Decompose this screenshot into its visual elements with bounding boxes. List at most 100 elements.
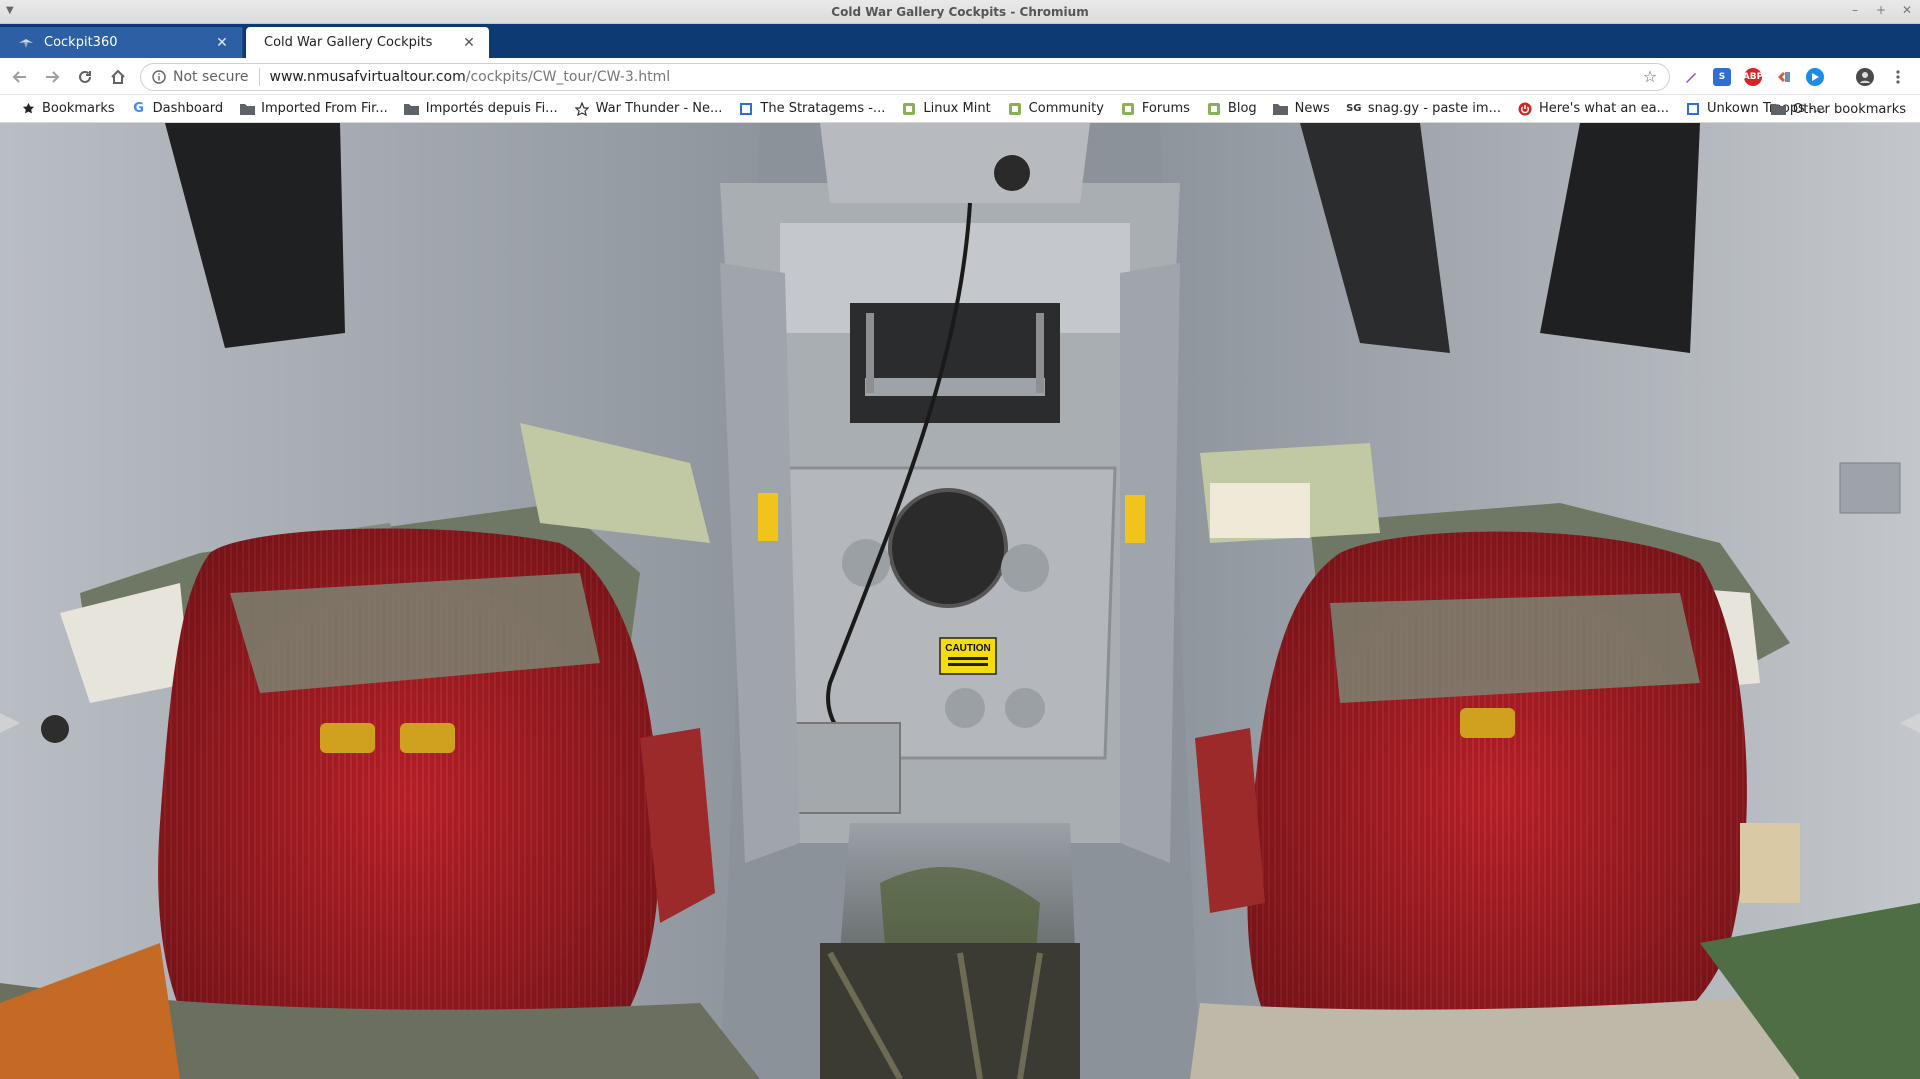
home-icon: [111, 69, 125, 84]
maximize-icon[interactable]: +: [1874, 3, 1888, 17]
folder-icon: [239, 101, 255, 117]
bookmark-star-icon[interactable]: ☆: [1641, 68, 1659, 86]
snaggy-icon: SG: [1346, 103, 1362, 114]
left-harness-buckle-2: [400, 723, 455, 753]
power-icon: [1517, 101, 1533, 117]
url-path: /cockpits/CW_tour/CW-3.html: [465, 69, 671, 85]
omnibox-divider: [258, 68, 260, 86]
bookmark-folder-news[interactable]: News: [1265, 97, 1338, 121]
bookmark-forums[interactable]: Forums: [1112, 97, 1198, 121]
bookmark-dashboard[interactable]: G Dashboard: [123, 97, 232, 121]
page-viewport[interactable]: CAUTION: [0, 123, 1920, 1079]
bookmark-label: Importés depuis Fi...: [425, 101, 558, 116]
left-harness-buckle: [320, 723, 375, 753]
bookmark-label: News: [1294, 101, 1330, 116]
back-button[interactable]: [8, 65, 32, 89]
bookmark-label: The Stratagems -...: [760, 101, 886, 116]
adblock-plus-icon[interactable]: ABP: [1743, 68, 1763, 86]
bookmark-snaggy[interactable]: SG snag.gy - paste im...: [1338, 97, 1509, 121]
bookmark-label: Here's what an ea...: [1538, 101, 1670, 116]
bookmark-label: Dashboard: [152, 101, 224, 116]
gauge-hole-right: [1001, 544, 1049, 592]
folder-icon: [1273, 101, 1289, 117]
right-tag: [1740, 823, 1800, 903]
bookmark-blog[interactable]: Blog: [1198, 97, 1265, 121]
browser-menu-button[interactable]: [1888, 65, 1908, 89]
bookmark-label: Imported From Fir...: [261, 101, 388, 116]
caution-text: CAUTION: [945, 643, 991, 654]
tab-label: Cockpit360: [44, 35, 118, 50]
bookmark-stratagems[interactable]: The Stratagems -...: [730, 97, 893, 121]
close-window-icon[interactable]: ✕: [1900, 3, 1914, 17]
close-tab-icon[interactable]: ✕: [461, 35, 477, 51]
bookmark-label: Blog: [1227, 101, 1257, 116]
tab-label: Cold War Gallery Cockpits: [264, 35, 433, 50]
tab-cold-war-gallery[interactable]: Cold War Gallery Cockpits ✕: [246, 27, 489, 58]
mint-icon: [1007, 101, 1023, 117]
right-caution-sticker: [1125, 495, 1145, 543]
url-host: www.nmusafvirtualtour.com: [269, 69, 466, 85]
overhead-panel: [820, 123, 1090, 203]
tab-cockpit360[interactable]: Cockpit360 ✕: [0, 27, 243, 58]
bookmark-label: snag.gy - paste im...: [1367, 101, 1501, 116]
star-icon: [20, 101, 36, 117]
page-icon: [738, 101, 754, 117]
window-title: Cold War Gallery Cockpits - Chromium: [831, 5, 1089, 19]
kebab-menu-icon: [1896, 70, 1900, 84]
puzzle-extension-icon[interactable]: [1775, 68, 1793, 86]
tab-strip: Cockpit360 ✕ Cold War Gallery Cockpits ✕…: [0, 24, 1920, 76]
bookmark-label: War Thunder - Ne...: [595, 101, 723, 116]
cockpit-panorama-image[interactable]: CAUTION: [0, 123, 1920, 1079]
bookmarks-bar: Bookmarks G Dashboard Imported From Fir.…: [0, 95, 1920, 123]
info-icon[interactable]: [151, 69, 167, 85]
url-text[interactable]: www.nmusafvirtualtour.com/cockpits/CW_to…: [270, 69, 1641, 85]
bookmark-heres-what[interactable]: Here's what an ea...: [1509, 97, 1677, 121]
browser-toolbar: Not secure www.nmusafvirtualtour.com/coc…: [0, 58, 1920, 95]
mint-icon: [901, 101, 917, 117]
home-button[interactable]: [106, 65, 130, 89]
bookmark-bookmarks[interactable]: Bookmarks: [12, 97, 123, 121]
bookmark-label: Bookmarks: [42, 101, 115, 116]
play-extension-icon[interactable]: [1806, 68, 1824, 86]
address-bar[interactable]: Not secure www.nmusafvirtualtour.com/coc…: [140, 63, 1670, 91]
back-arrow-icon: [12, 71, 26, 83]
bookmark-folder-other[interactable]: Other bookmarks: [1770, 97, 1906, 121]
gauge-hole-bottom-left: [945, 688, 985, 728]
bookmark-war-thunder[interactable]: War Thunder - Ne...: [566, 97, 731, 121]
minimize-icon[interactable]: –: [1848, 3, 1862, 17]
s-extension-icon[interactable]: S: [1713, 68, 1731, 86]
war-thunder-icon: [574, 101, 590, 117]
left-wall-port: [41, 715, 69, 743]
bookmark-label: Linux Mint: [923, 101, 991, 116]
bookmark-folder-importes[interactable]: Importés depuis Fi...: [396, 97, 566, 121]
bookmark-community[interactable]: Community: [999, 97, 1112, 121]
spring-bar: [865, 378, 1045, 396]
google-icon: G: [133, 101, 144, 116]
bookmark-folder-imported-firefox[interactable]: Imported From Fir...: [231, 97, 396, 121]
right-placard: [1210, 483, 1310, 538]
left-caution-sticker: [758, 493, 778, 541]
profile-avatar[interactable]: [1856, 68, 1874, 86]
close-tab-icon[interactable]: ✕: [214, 35, 230, 51]
reload-button[interactable]: [73, 65, 97, 89]
bookmark-label: Community: [1028, 101, 1104, 116]
cockpit360-favicon: [18, 35, 34, 51]
bookmark-linux-mint[interactable]: Linux Mint: [893, 97, 998, 121]
reload-icon: [79, 70, 91, 83]
forward-arrow-icon: [46, 71, 60, 83]
window-titlebar: ▼ Cold War Gallery Cockpits - Chromium –…: [0, 0, 1920, 24]
bookmark-label: Forums: [1141, 101, 1190, 116]
right-harness-buckle: [1460, 708, 1515, 738]
gauge-hole-bottom-right: [1005, 688, 1045, 728]
overhead-knob: [994, 155, 1030, 191]
security-status[interactable]: Not secure: [173, 69, 249, 85]
bookmark-label: Other bookmarks: [1792, 101, 1906, 117]
forward-button[interactable]: [40, 65, 64, 89]
mint-icon: [1120, 101, 1136, 117]
page-icon: [1685, 101, 1701, 117]
window-controls: – + ✕: [1848, 3, 1914, 17]
folder-icon: [404, 101, 420, 117]
mint-icon: [1206, 101, 1222, 117]
right-canopy-rail: [1120, 263, 1180, 863]
pen-icon[interactable]: [1682, 68, 1700, 86]
